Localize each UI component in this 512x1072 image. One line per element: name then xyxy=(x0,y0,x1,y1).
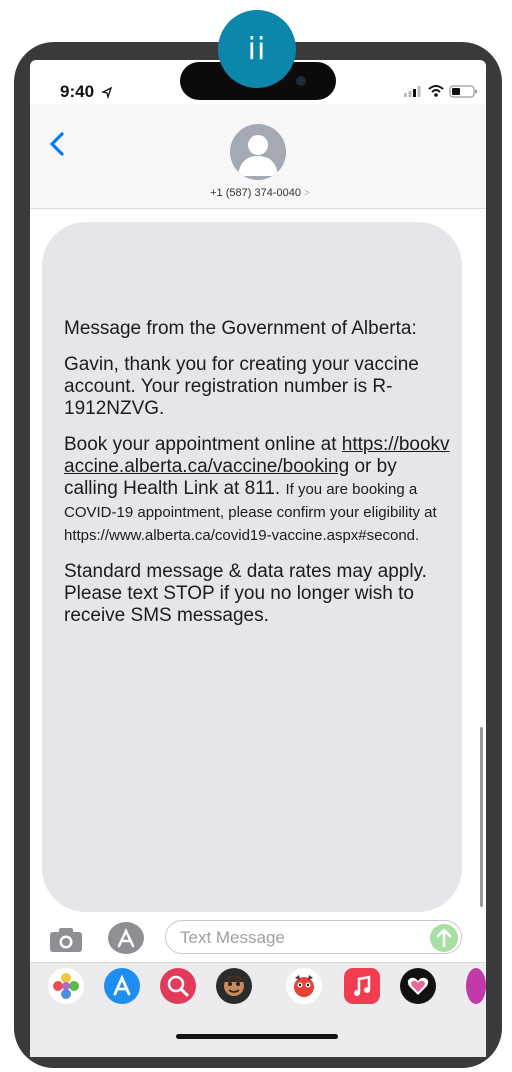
back-button[interactable] xyxy=(44,130,72,158)
message-paragraph: Book your appointment online at https://… xyxy=(64,434,450,544)
contact-phone[interactable]: +1 (587) 374-0040 > xyxy=(170,187,350,199)
message-placeholder: Text Message xyxy=(180,928,285,947)
home-indicator[interactable] xyxy=(176,1034,338,1039)
arrow-up-icon xyxy=(436,928,452,948)
step-badge: ii xyxy=(218,10,296,88)
scrollbar[interactable] xyxy=(480,727,483,907)
camera-icon xyxy=(50,928,82,952)
send-button[interactable] xyxy=(430,924,458,952)
photos-icon[interactable] xyxy=(48,968,84,1004)
message-paragraph: Standard message & data rates may apply.… xyxy=(64,561,427,626)
battery-icon xyxy=(449,85,477,98)
chevron-left-icon xyxy=(50,132,64,156)
app-store-icon[interactable] xyxy=(104,968,140,1004)
message-paragraph: Message from the Government of Alberta: xyxy=(64,318,417,339)
heart-icon[interactable] xyxy=(400,968,436,1004)
camera-button[interactable] xyxy=(48,926,84,954)
person-icon xyxy=(238,135,278,176)
message-paragraph: Gavin, thank you for creating your vacci… xyxy=(64,354,419,419)
location-arrow-icon xyxy=(100,86,112,99)
cellular-signal-icon xyxy=(404,86,421,97)
animoji-icon[interactable] xyxy=(286,968,322,1004)
chevron-right-icon: > xyxy=(304,188,310,199)
camera-dot-icon xyxy=(296,76,306,86)
more-icon[interactable] xyxy=(466,968,486,1004)
app-store-icon xyxy=(117,928,135,948)
contact-avatar[interactable] xyxy=(230,124,286,180)
wifi-icon xyxy=(428,85,444,97)
search-icon[interactable] xyxy=(160,968,196,1004)
app-store-button[interactable] xyxy=(108,922,144,954)
status-icons xyxy=(404,85,477,98)
music-icon[interactable] xyxy=(344,968,380,1004)
memoji-icon[interactable] xyxy=(216,968,252,1004)
status-time: 9:40 xyxy=(60,82,113,102)
message-text: Message from the Government of Alberta: … xyxy=(64,318,450,641)
